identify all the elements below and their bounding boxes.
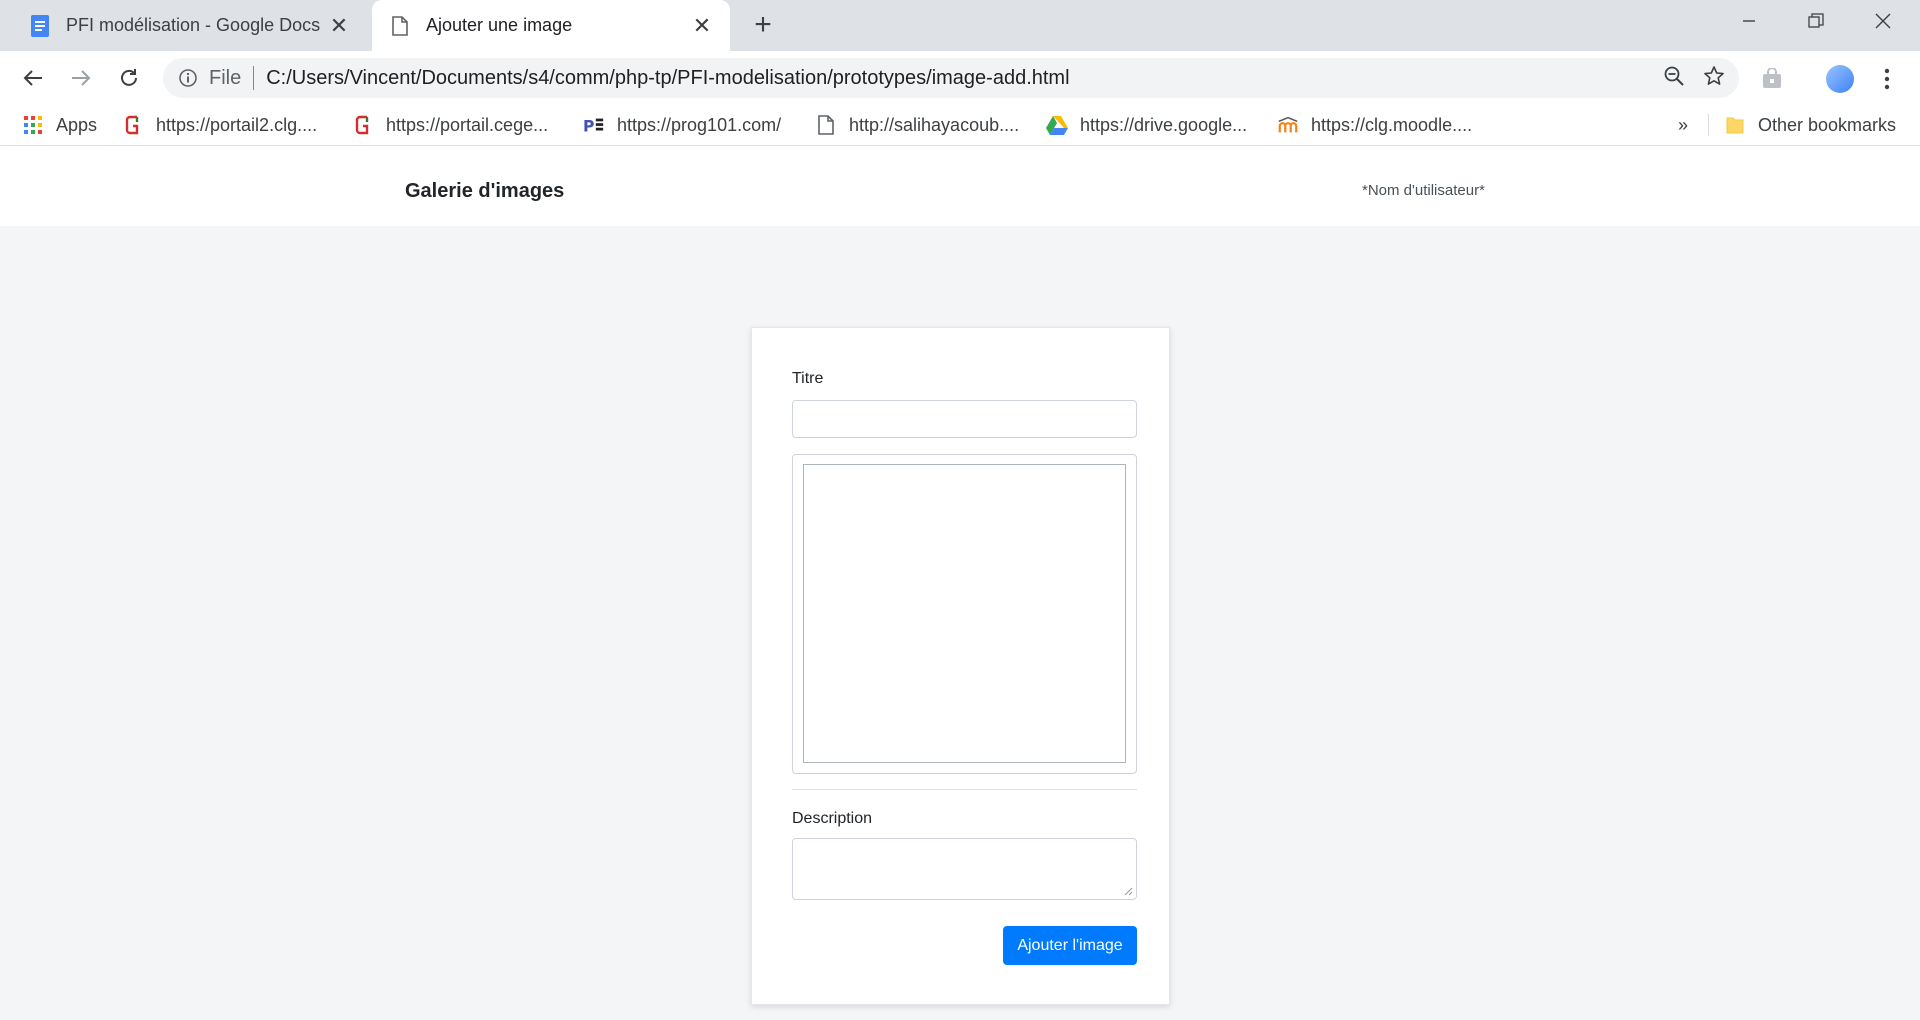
title-input[interactable] — [792, 400, 1137, 438]
back-button[interactable] — [16, 61, 50, 95]
address-bar[interactable]: File C:/Users/Vincent/Documents/s4/comm/… — [163, 58, 1739, 98]
description-textarea[interactable] — [792, 838, 1137, 900]
close-window-icon[interactable] — [1850, 0, 1916, 42]
omnibox-divider — [253, 66, 255, 90]
reload-button[interactable] — [112, 61, 146, 95]
resize-grip-icon[interactable] — [1123, 886, 1133, 896]
google-docs-icon — [28, 14, 52, 38]
add-image-card: Titre Description Ajouter l'image — [751, 327, 1170, 1005]
tab-ajouter-une-image[interactable]: Ajouter une image ✕ — [372, 0, 730, 51]
page-icon — [815, 114, 837, 136]
other-bookmarks-label: Other bookmarks — [1758, 114, 1897, 135]
form-divider — [792, 789, 1137, 790]
title-label: Titre — [792, 370, 824, 387]
username-label[interactable]: *Nom d'utilisateur* — [1362, 182, 1485, 199]
url-text[interactable]: C:/Users/Vincent/Documents/s4/comm/php-t… — [266, 67, 1663, 90]
bookmark-apps[interactable]: Apps — [22, 112, 97, 138]
site-header: Galerie d'images *Nom d'utilisateur* — [0, 146, 1920, 226]
prog101-icon: P — [583, 114, 605, 136]
bookmark-label: http://salihayacoub.... — [849, 114, 1020, 135]
restore-icon[interactable] — [1783, 0, 1849, 42]
bookmark-label: Apps — [56, 114, 98, 135]
portail-icon — [122, 114, 144, 136]
bookmark-moodle[interactable]: https://clg.moodle.... — [1277, 112, 1472, 138]
zoom-icon[interactable] — [1663, 65, 1685, 92]
bookmark-label: https://portail.cege... — [386, 114, 549, 135]
moodle-icon — [1277, 114, 1299, 136]
extension-icon[interactable] — [1757, 64, 1787, 94]
bookmark-salihayacoub[interactable]: http://salihayacoub.... — [815, 112, 1019, 138]
info-icon[interactable] — [177, 67, 199, 89]
add-image-button[interactable]: Ajouter l'image — [1003, 926, 1137, 965]
tab-label: PFI modélisation - Google Docs — [66, 15, 321, 35]
bookmark-label: https://prog101.com/ — [617, 114, 782, 135]
image-preview[interactable] — [803, 464, 1126, 763]
tab-strip: PFI modélisation - Google Docs ✕ Ajouter… — [0, 0, 1920, 51]
other-bookmarks[interactable]: Other bookmarks — [1724, 112, 1896, 138]
bookmark-label: https://portail2.clg.... — [156, 114, 318, 135]
bookmarks-overflow-button[interactable]: » — [1678, 112, 1688, 138]
forward-button[interactable] — [64, 61, 98, 95]
bookmark-prog101[interactable]: P https://prog101.com/ — [583, 112, 781, 138]
close-icon[interactable]: ✕ — [690, 13, 714, 38]
bookmarks-bar: Apps https://portail2.clg.... https://po… — [0, 104, 1920, 146]
profile-avatar[interactable] — [1825, 64, 1855, 94]
bookmarks-divider — [1708, 114, 1709, 136]
tab-label: Ajouter une image — [426, 15, 573, 35]
site-brand[interactable]: Galerie d'images — [405, 180, 564, 203]
tab-google-docs[interactable]: PFI modélisation - Google Docs ✕ — [12, 0, 367, 51]
minimize-icon[interactable] — [1716, 0, 1782, 42]
url-scheme: File — [209, 66, 242, 89]
page-icon — [388, 14, 412, 38]
apps-grid-icon — [22, 114, 44, 136]
google-drive-icon — [1046, 114, 1068, 136]
portail-icon — [352, 114, 374, 136]
image-preview-frame[interactable] — [792, 454, 1137, 774]
bookmark-star-icon[interactable] — [1703, 65, 1725, 92]
new-tab-button[interactable]: + — [748, 8, 778, 41]
svg-text:P: P — [583, 117, 594, 135]
bookmark-label: https://clg.moodle.... — [1311, 114, 1473, 135]
description-label: Description — [792, 810, 873, 827]
bookmark-portail2[interactable]: https://portail2.clg.... — [122, 112, 317, 138]
menu-kebab-icon[interactable] — [1872, 64, 1902, 94]
bookmark-google-drive[interactable]: https://drive.google... — [1046, 112, 1247, 138]
browser-toolbar: File C:/Users/Vincent/Documents/s4/comm/… — [0, 51, 1920, 104]
bookmark-label: https://drive.google... — [1080, 114, 1248, 135]
folder-icon — [1724, 114, 1746, 136]
close-icon[interactable]: ✕ — [327, 13, 351, 38]
bookmark-portail-cegep[interactable]: https://portail.cege... — [352, 112, 548, 138]
